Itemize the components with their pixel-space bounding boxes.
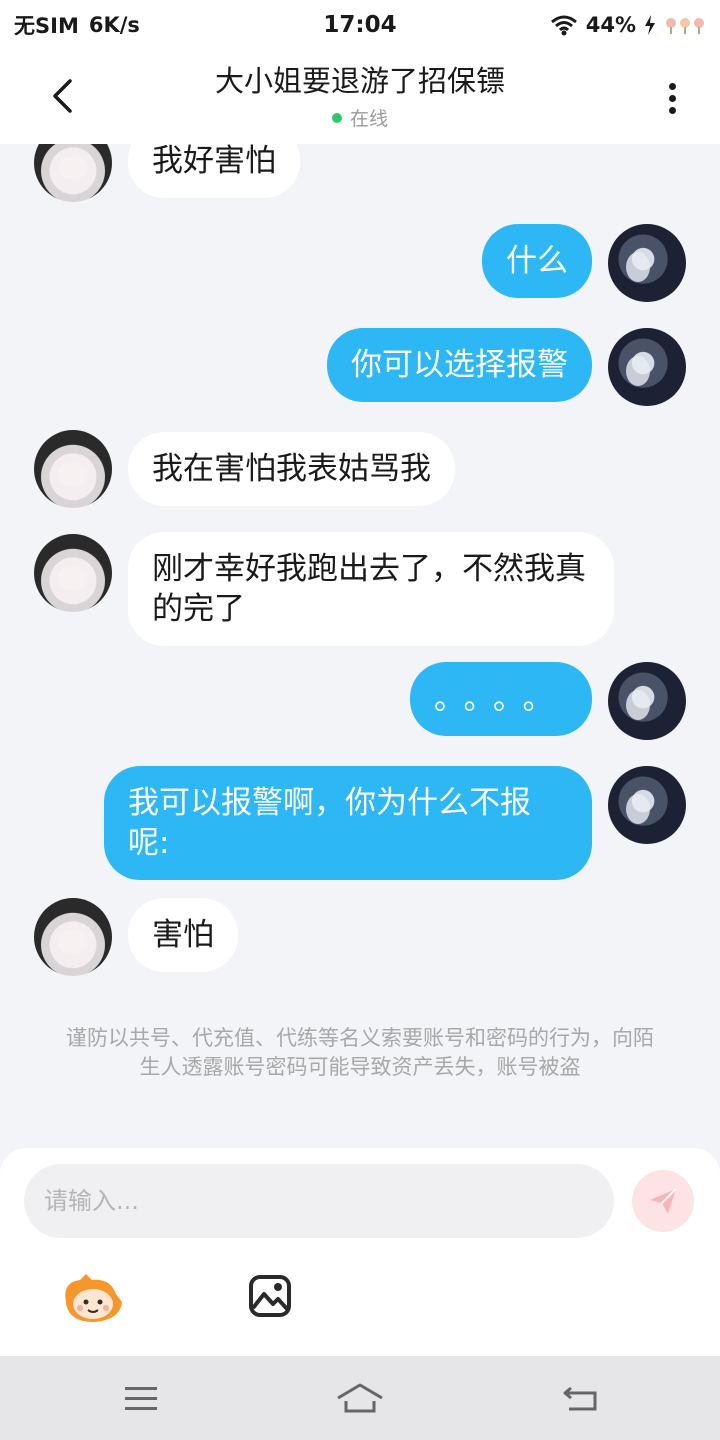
status-right: 44% <box>550 13 706 37</box>
more-vertical-icon <box>668 82 676 90</box>
message-bubble-incoming[interactable]: 我在害怕我表姑骂我 <box>128 432 455 506</box>
sticker-button[interactable] <box>58 1270 128 1326</box>
back-icon <box>563 1386 597 1411</box>
user-avatar[interactable] <box>608 766 686 844</box>
battery-level: 44% <box>585 13 636 37</box>
chevron-left-icon <box>53 79 72 113</box>
charging-icon <box>645 15 655 35</box>
title-block: 大小姐要退游了招保镖 在线 <box>120 62 600 131</box>
image-icon <box>249 1275 291 1317</box>
online-status-label: 在线 <box>349 108 388 130</box>
message-list[interactable]: 我好害怕 什么 你可以选择报警 我在害怕我表姑骂我 刚才幸好我跑出去了，不然我真… <box>0 144 720 1144</box>
system-nav-bar <box>0 1356 720 1440</box>
contact-avatar[interactable] <box>34 430 112 508</box>
status-bar: 无SIM 6K/s 17:04 44% <box>0 0 720 50</box>
message-input[interactable] <box>24 1164 614 1238</box>
back-nav-button[interactable] <box>556 1376 606 1420</box>
back-button[interactable] <box>36 70 88 122</box>
message-bubble-outgoing[interactable]: 。。。。 <box>410 662 592 736</box>
home-icon <box>337 1383 383 1413</box>
chat-header: 大小姐要退游了招保镖 在线 <box>0 50 720 144</box>
security-warning: 谨防以共号、代充值、代练等名义索要账号和密码的行为，向陌生人透露账号密码可能导致… <box>66 1026 654 1079</box>
menu-button[interactable] <box>116 1376 166 1420</box>
composer <box>0 1148 720 1356</box>
message-bubble-incoming[interactable]: 害怕 <box>128 898 238 972</box>
message-bubble-incoming[interactable]: 我好害怕 <box>128 144 300 198</box>
send-icon <box>650 1188 677 1214</box>
user-avatar[interactable] <box>608 662 686 740</box>
user-avatar[interactable] <box>608 224 686 302</box>
message-bubble-outgoing[interactable]: 你可以选择报警 <box>327 328 592 402</box>
wifi-icon <box>550 15 577 36</box>
contact-avatar[interactable] <box>34 144 112 202</box>
message-bubble-outgoing[interactable]: 什么 <box>482 224 592 298</box>
menu-icon <box>125 1387 157 1410</box>
online-status: 在线 <box>120 104 600 131</box>
image-button[interactable] <box>244 1270 296 1322</box>
home-button[interactable] <box>335 1376 385 1420</box>
message-bubble-incoming[interactable]: 刚才幸好我跑出去了，不然我真的完了 <box>128 532 614 646</box>
send-button[interactable] <box>632 1170 694 1232</box>
carrier-label: 无SIM <box>14 14 79 38</box>
contact-avatar[interactable] <box>34 534 112 612</box>
sticker-icon <box>65 1274 122 1322</box>
more-button[interactable] <box>650 76 694 120</box>
chat-title: 大小姐要退游了招保镖 <box>214 64 505 98</box>
online-dot-icon <box>331 112 342 123</box>
network-speed: 6K/s <box>88 13 140 37</box>
status-left: 无SIM 6K/s <box>14 10 140 40</box>
message-bubble-outgoing[interactable]: 我可以报警啊，你为什么不报呢: <box>104 766 592 880</box>
flower-icon <box>666 18 704 34</box>
contact-avatar[interactable] <box>34 898 112 976</box>
user-avatar[interactable] <box>608 328 686 406</box>
